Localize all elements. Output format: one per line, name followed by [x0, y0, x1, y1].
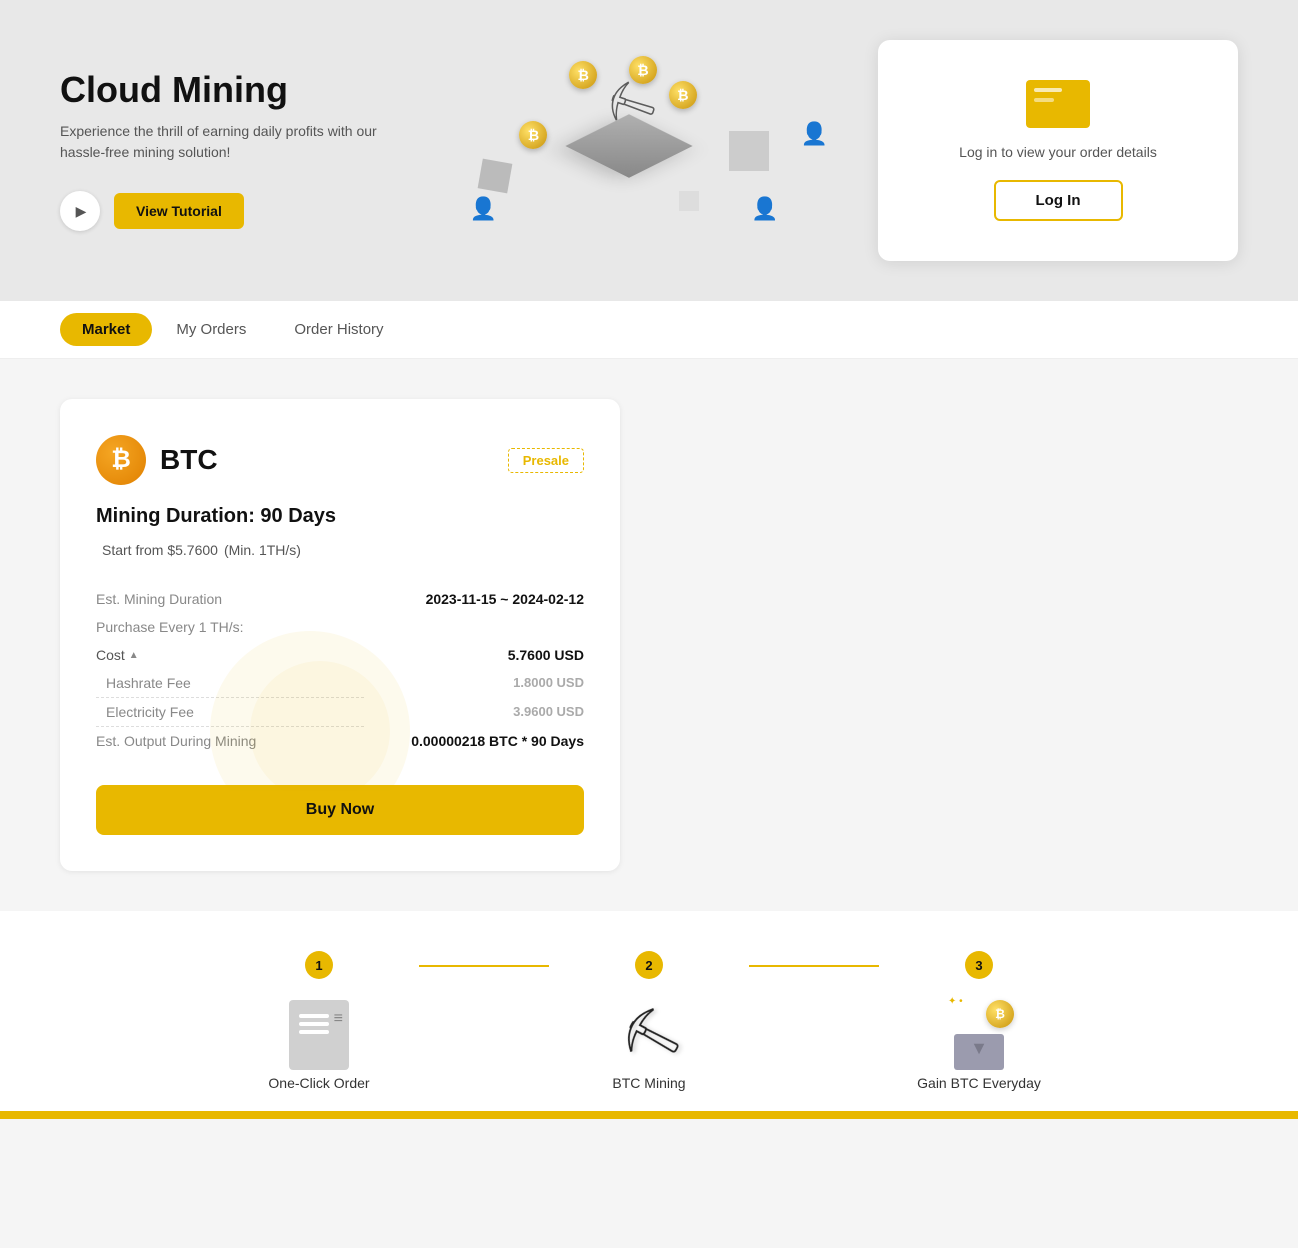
est-output-label: Est. Output During Mining — [96, 727, 364, 756]
tab-my-orders[interactable]: My Orders — [152, 303, 270, 356]
person-3-icon: 👤 — [801, 121, 828, 147]
purchase-label: Purchase Every 1 TH/s: — [96, 613, 364, 641]
hero-section: Cloud Mining Experience the thrill of ea… — [0, 0, 1298, 301]
step-3-number: 3 — [965, 951, 993, 979]
reward-icon-wrap: ✦ • ₿ — [944, 1000, 1014, 1070]
step-3-group: 3 ✦ • ₿ Gain BTC Everyday — [879, 951, 1079, 1091]
step-2-number: 2 — [635, 951, 663, 979]
reward-dots-icon: ✦ • — [948, 996, 963, 1007]
step-3-top: 3 — [879, 951, 1079, 979]
electricity-fee-value: 3.9600 USD — [364, 698, 584, 727]
hashrate-row: Hashrate Fee 1.8000 USD — [96, 669, 584, 698]
start-from: Start from $5.7600 (Min. 1TH/s) — [96, 538, 584, 561]
min-label: (Min. 1TH/s) — [224, 542, 301, 558]
coin-1-icon: ₿ — [569, 61, 597, 89]
footer-bar — [0, 1111, 1298, 1119]
btc-icon-wrap: ₿ BTC — [96, 435, 218, 485]
person-2-icon: 👤 — [751, 196, 778, 222]
sort-icon: ▲ — [129, 650, 139, 661]
table-row: Est. Mining Duration 2023-11-15 ~ 2024-0… — [96, 585, 584, 613]
small-block-1 — [477, 158, 512, 193]
login-button[interactable]: Log In — [994, 180, 1123, 221]
nav-tabs: Market My Orders Order History — [0, 301, 1298, 359]
est-output-row: Est. Output During Mining 0.00000218 BTC… — [96, 727, 584, 756]
est-mining-label: Est. Mining Duration — [96, 585, 364, 613]
electricity-fee-label: Electricity Fee — [96, 698, 364, 727]
reward-coin-icon: ₿ — [986, 1000, 1014, 1028]
step-3-icon: ✦ • ₿ — [939, 995, 1019, 1075]
mining-block-illustration — [565, 114, 692, 178]
step-2-group: 2 ⛏ BTC Mining — [549, 951, 749, 1091]
card-graphic-icon — [1026, 80, 1090, 128]
steps-section: 1 One-Click Order 2 ⛏ BTC Mining 3 ✦ • ₿ — [0, 911, 1298, 1111]
hero-title: Cloud Mining — [60, 70, 380, 110]
btc-circle-icon: ₿ — [96, 435, 146, 485]
presale-badge: Presale — [508, 448, 584, 473]
hero-actions: View Tutorial — [60, 191, 380, 231]
table-row: Purchase Every 1 TH/s: — [96, 613, 584, 641]
connector-2 — [749, 965, 879, 967]
hero-left: Cloud Mining Experience the thrill of ea… — [60, 70, 380, 232]
mining-card: ₿ BTC Presale Mining Duration: 90 Days S… — [60, 399, 620, 871]
est-output-value: 0.00000218 BTC * 90 Days — [364, 727, 584, 756]
connector-1 — [419, 965, 549, 967]
purchase-value — [364, 613, 584, 641]
est-mining-value: 2023-11-15 ~ 2024-02-12 — [364, 585, 584, 613]
step-1-icon — [279, 995, 359, 1075]
electricity-row: Electricity Fee 3.9600 USD — [96, 698, 584, 727]
card-header: ₿ BTC Presale — [96, 435, 584, 485]
person-1-icon: 👤 — [470, 196, 497, 222]
hashrate-fee-label: Hashrate Fee — [96, 669, 364, 698]
start-from-price: Start from $5.7600 — [102, 542, 218, 558]
tab-order-history[interactable]: Order History — [270, 303, 407, 356]
small-block-3 — [729, 131, 769, 171]
step-2-top: 2 — [549, 951, 749, 979]
hero-illustration: ₿ ₿ ₿ ₿ ⛏ 👤 👤 👤 — [380, 41, 878, 261]
hero-subtitle: Experience the thrill of earning daily p… — [60, 121, 380, 163]
hashrate-fee-value: 1.8000 USD — [364, 669, 584, 698]
coin-2-icon: ₿ — [669, 81, 697, 109]
play-button[interactable] — [60, 191, 100, 231]
envelope-icon — [954, 1034, 1004, 1070]
doc-icon — [289, 1000, 349, 1070]
mining-duration: Mining Duration: 90 Days — [96, 505, 584, 528]
step-2-label: BTC Mining — [612, 1075, 685, 1091]
btc-label: BTC — [160, 444, 218, 476]
view-tutorial-button[interactable]: View Tutorial — [114, 193, 244, 229]
cost-label: Cost ▲ — [96, 641, 244, 669]
main-content: ₿ BTC Presale Mining Duration: 90 Days S… — [0, 359, 1298, 911]
cost-row: Cost ▲ 5.7600 USD — [96, 641, 584, 669]
coin-3-icon: ₿ — [519, 121, 547, 149]
info-table: Est. Mining Duration 2023-11-15 ~ 2024-0… — [96, 585, 584, 755]
cost-value: 5.7600 USD — [364, 641, 584, 669]
step-1-number: 1 — [305, 951, 333, 979]
small-block-2 — [679, 191, 699, 211]
step-1-label: One-Click Order — [268, 1075, 369, 1091]
login-card: Log in to view your order details Log In — [878, 40, 1238, 261]
login-card-text: Log in to view your order details — [914, 144, 1202, 160]
buy-now-button[interactable]: Buy Now — [96, 785, 584, 835]
step-3-label: Gain BTC Everyday — [917, 1075, 1041, 1091]
tab-market[interactable]: Market — [60, 313, 152, 346]
order-details-icon — [1026, 80, 1090, 128]
step-2-icon: ⛏ — [609, 995, 689, 1075]
pickaxe-step-icon: ⛏ — [611, 998, 688, 1072]
step-1-top: 1 — [219, 951, 419, 979]
step-1-group: 1 One-Click Order — [219, 951, 419, 1091]
